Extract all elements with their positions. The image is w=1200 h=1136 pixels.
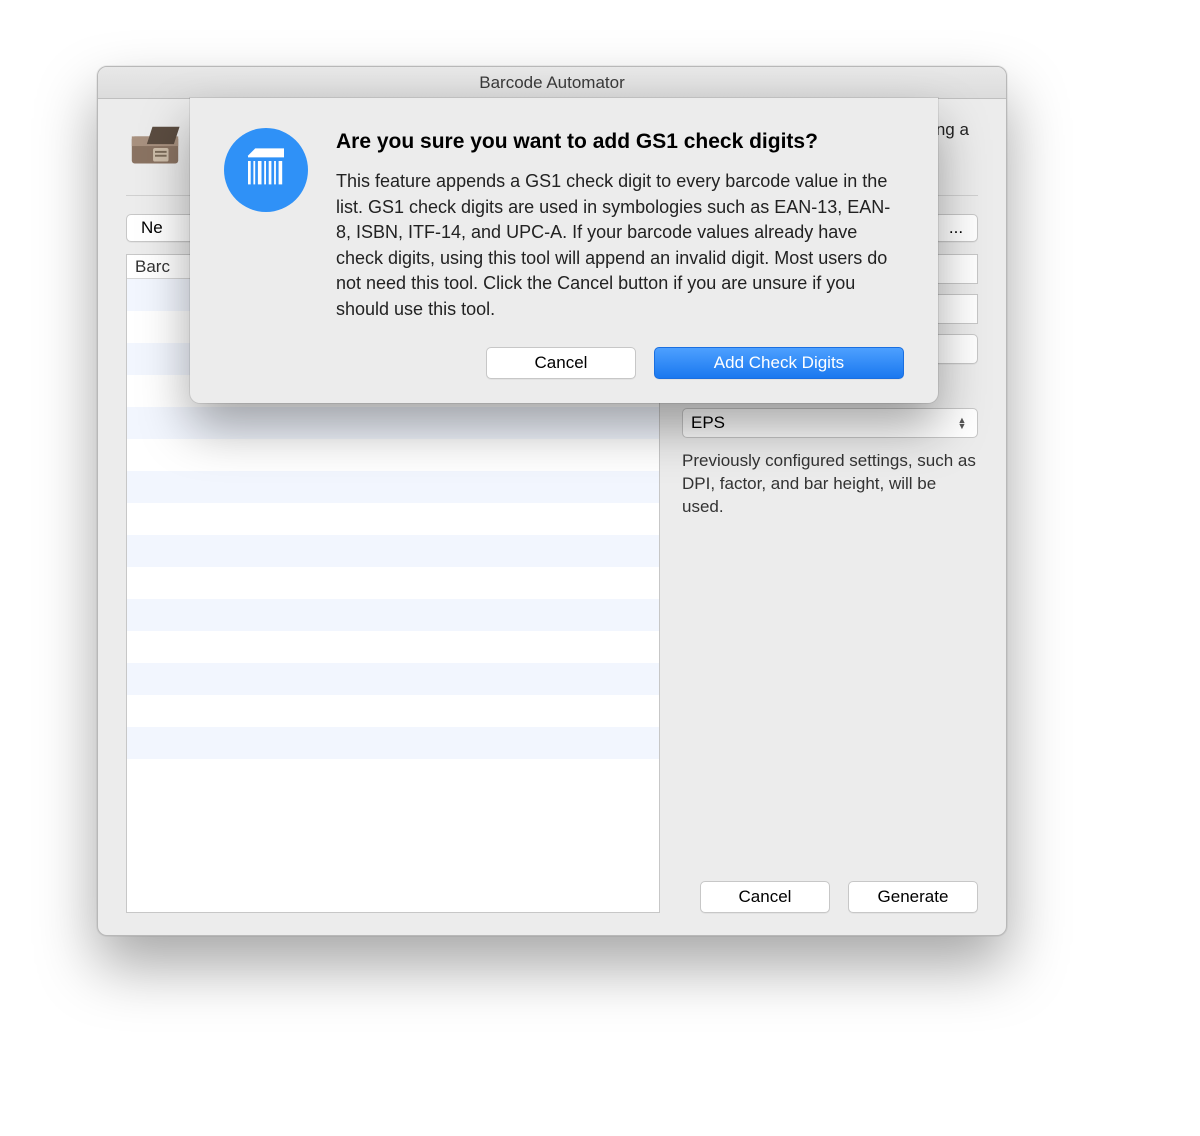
sheet-body: This feature appends a GS1 check digit t… (336, 169, 904, 322)
table-row[interactable] (127, 439, 659, 471)
barcode-app-icon (224, 128, 308, 212)
sheet-confirm-button[interactable]: Add Check Digits (654, 347, 904, 379)
generate-button[interactable]: Generate (848, 881, 978, 913)
sheet-title: Are you sure you want to add GS1 check d… (336, 128, 904, 155)
table-row[interactable] (127, 407, 659, 439)
window-title: Barcode Automator (479, 73, 625, 93)
table-row[interactable] (127, 599, 659, 631)
cancel-button[interactable]: Cancel (700, 881, 830, 913)
table-row[interactable] (127, 535, 659, 567)
chevron-updown-icon: ▲▼ (955, 417, 969, 429)
table-row[interactable] (127, 663, 659, 695)
table-row[interactable] (127, 471, 659, 503)
table-row[interactable] (127, 727, 659, 759)
settings-hint: Previously configured settings, such as … (682, 450, 978, 519)
output-format-select[interactable]: EPS ▲▼ (682, 408, 978, 438)
titlebar[interactable]: Barcode Automator (98, 67, 1006, 99)
app-icon (126, 119, 184, 177)
sheet-buttons: Cancel Add Check Digits (224, 347, 904, 379)
table-row[interactable] (127, 759, 659, 791)
confirm-sheet: Are you sure you want to add GS1 check d… (190, 98, 938, 403)
output-format-value: EPS (691, 413, 725, 433)
more-button[interactable]: ... (934, 214, 978, 242)
table-row[interactable] (127, 567, 659, 599)
table-row[interactable] (127, 631, 659, 663)
table-row[interactable] (127, 503, 659, 535)
table-row[interactable] (127, 695, 659, 727)
sheet-cancel-button[interactable]: Cancel (486, 347, 636, 379)
bottom-buttons: Cancel Generate (682, 861, 978, 913)
